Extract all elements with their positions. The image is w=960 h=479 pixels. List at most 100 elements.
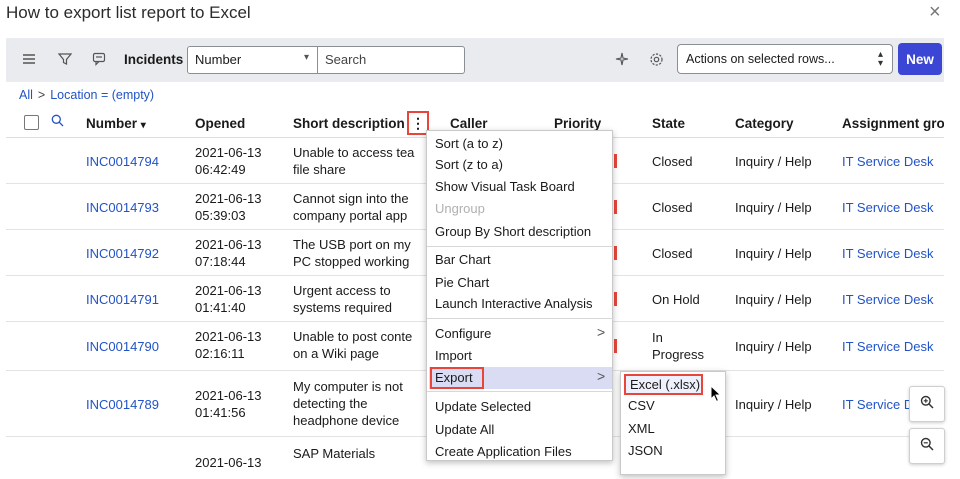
assignment-group-link[interactable]: IT Service D [842,396,913,413]
menu-item-ungroup: Ungroup [435,201,485,216]
incident-number-link[interactable]: INC0014790 [86,338,159,355]
export-csv[interactable]: CSV [628,398,655,413]
field-select[interactable]: Number ▾ [187,46,318,74]
menu-item-update-selected[interactable]: Update Selected [435,399,531,414]
opened-date: 2021-06-13 [195,455,262,470]
state-value: Closed [652,200,693,215]
menu-divider [427,318,614,319]
list-title: Incidents [124,52,184,67]
menu-item-export[interactable]: Export [435,370,473,385]
menu-item-sort-za[interactable]: Sort (z to a) [435,157,503,172]
category-value: Inquiry / Help [735,292,812,307]
close-button[interactable]: × [929,1,941,24]
opened-date: 2021-06-13 [195,283,262,298]
short-description-cont: systems required [293,300,392,315]
short-description: SAP Materials [293,446,376,461]
priority-marker [614,246,617,260]
select-all-checkbox[interactable] [24,115,39,130]
short-description: The USB port on my [293,237,411,252]
opened-time: 02:16:11 [195,346,245,361]
col-opened[interactable]: Opened [195,116,245,131]
category-value: Inquiry / Help [735,154,812,169]
short-description-cont: detecting the [293,396,368,411]
menu-item-group-by[interactable]: Group By Short description [435,224,591,239]
menu-item-visual-task-board[interactable]: Show Visual Task Board [435,179,575,194]
short-description: My computer is not [293,379,403,394]
incident-number-link[interactable]: INC0014793 [86,199,159,216]
menu-divider [427,391,614,392]
menu-item-sort-az[interactable]: Sort (a to z) [435,136,503,151]
chat-icon[interactable] [90,50,108,68]
category-value: Inquiry / Help [735,397,812,412]
updown-icon: ▴ ▾ [877,49,883,69]
opened-date: 2021-06-13 [195,237,262,252]
short-description: Urgent access to [293,283,391,298]
export-excel[interactable]: Excel (.xlsx) [630,377,700,392]
assignment-group-link[interactable]: IT Service Desk [842,338,934,355]
menu-item-configure[interactable]: Configure [435,326,491,341]
search-input[interactable]: Search [317,46,465,74]
assignment-group-link[interactable]: IT Service Desk [842,199,934,216]
sparkle-icon[interactable] [613,50,631,68]
assignment-group-link[interactable]: IT Service Desk [842,245,934,262]
filter-icon[interactable] [56,50,74,68]
menu-item-import[interactable]: Import [435,348,472,363]
state-value: In [652,330,663,345]
field-select-value: Number [195,52,242,67]
incident-number-link[interactable]: INC0014792 [86,245,159,262]
state-value-cont: Progress [652,347,705,362]
export-json[interactable]: JSON [628,443,663,458]
incident-number-link[interactable]: INC0014789 [86,396,159,413]
col-number[interactable]: Number ▾ [86,116,146,131]
col-caller[interactable]: Caller [450,116,488,131]
col-assignment-group[interactable]: Assignment grou [842,116,944,131]
zoom-in-button[interactable] [909,386,945,422]
chevron-down-icon: ▾ [303,52,309,63]
list-toolbar: Incidents Number ▾ Search Actions on sel… [6,38,944,82]
cursor-icon [710,384,722,408]
search-placeholder: Search [325,52,367,67]
priority-marker [614,154,617,168]
col-state[interactable]: State [652,116,685,131]
gear-icon[interactable] [647,50,665,68]
breadcrumb-filter[interactable]: Location = (empty) [50,88,154,102]
short-description-cont: on a Wiki page [293,346,379,361]
menu-item-interactive-analysis[interactable]: Launch Interactive Analysis [435,296,593,311]
assignment-group-link[interactable]: IT Service Desk [842,291,934,308]
category-value: Inquiry / Help [735,246,812,261]
opened-date: 2021-06-13 [195,388,262,403]
search-icon[interactable] [51,114,64,130]
category-value: Inquiry / Help [735,200,812,215]
menu-item-update-all[interactable]: Update All [435,422,494,437]
opened-date: 2021-06-13 [195,329,262,344]
assignment-group-link[interactable]: IT Service Desk [842,153,934,170]
category-value: Inquiry / Help [735,339,812,354]
col-number-label: Number [86,116,138,131]
export-xml[interactable]: XML [628,421,655,436]
short-description-cont: company portal app [293,208,408,223]
priority-marker [614,200,617,214]
menu-item-pie-chart[interactable]: Pie Chart [435,275,489,290]
incident-number-link[interactable]: INC0014791 [86,291,159,308]
zoom-out-button[interactable] [909,428,945,464]
state-value: Closed [652,154,693,169]
col-short-description[interactable]: Short description [293,116,405,131]
sort-desc-icon: ▾ [140,120,146,131]
zoom-icon [920,395,934,414]
breadcrumb-all[interactable]: All [19,88,33,102]
actions-select[interactable]: Actions on selected rows... ▴ ▾ [677,44,893,74]
page-title: How to export list report to Excel [6,3,251,22]
col-priority[interactable]: Priority [554,116,601,131]
new-button[interactable]: New [898,43,942,75]
priority-marker [614,292,617,306]
hamburger-icon[interactable] [20,50,38,68]
chevron-right-icon: > [597,324,606,340]
menu-divider [427,246,614,247]
breadcrumb-separator: > [37,88,46,102]
menu-item-create-app-files[interactable]: Create Application Files [435,444,572,459]
priority-marker [614,339,617,353]
breadcrumb: All > Location = (empty) [19,88,154,102]
menu-item-bar-chart[interactable]: Bar Chart [435,252,491,267]
col-category[interactable]: Category [735,116,794,131]
incident-number-link[interactable]: INC0014794 [86,153,159,170]
